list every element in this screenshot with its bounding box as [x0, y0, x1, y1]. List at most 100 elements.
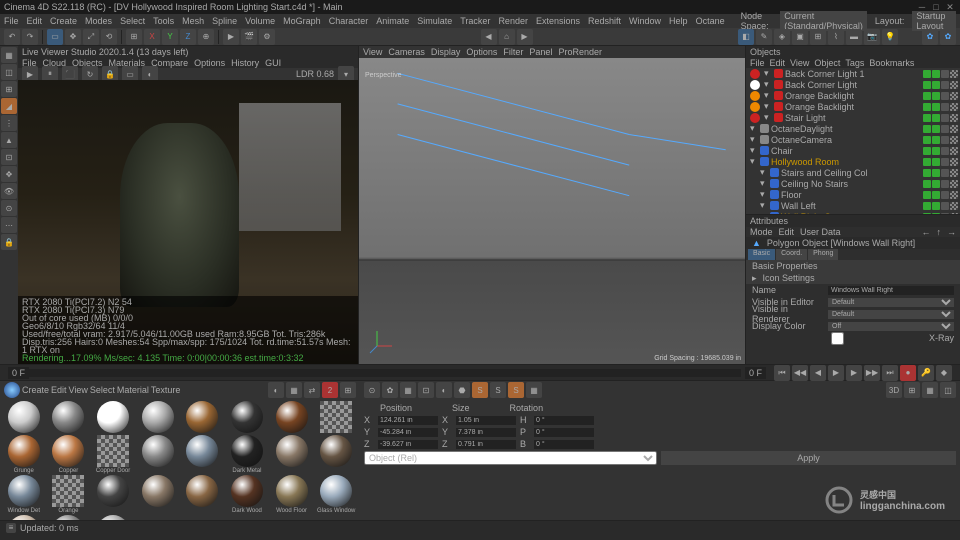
menu-select[interactable]: Select: [120, 16, 145, 26]
vp-options[interactable]: Options: [466, 47, 497, 57]
object-row[interactable]: ▾Orange Backlight: [746, 90, 960, 101]
coord-system[interactable]: ⊕: [198, 29, 214, 45]
object-row[interactable]: ▾Wall Left: [746, 200, 960, 211]
apply-button[interactable]: Apply: [661, 451, 956, 465]
menu-render[interactable]: Render: [498, 16, 528, 26]
model-mode[interactable]: ▦: [1, 47, 17, 63]
visr-select[interactable]: Default: [828, 310, 954, 319]
menu-modes[interactable]: Modes: [85, 16, 112, 26]
texture-mode[interactable]: ◫: [1, 64, 17, 80]
dispc-select[interactable]: Off: [828, 322, 954, 331]
render-settings[interactable]: ⚙: [259, 29, 275, 45]
tl-next[interactable]: ▶: [846, 365, 862, 381]
menu-animate[interactable]: Animate: [376, 16, 409, 26]
mat-badge[interactable]: 2: [322, 382, 338, 398]
tl-keyopt[interactable]: ◆: [936, 365, 952, 381]
obj-object[interactable]: Object: [814, 58, 840, 68]
timeline-track[interactable]: [29, 369, 741, 377]
material-item[interactable]: [181, 435, 225, 474]
menu-redshift[interactable]: Redshift: [588, 16, 621, 26]
material-item[interactable]: Wood Floor: [270, 475, 314, 514]
pos-x[interactable]: [378, 416, 438, 425]
object-row[interactable]: ▾Back Corner Light 1: [746, 68, 960, 79]
menu-mesh[interactable]: Mesh: [182, 16, 204, 26]
menu-window[interactable]: Window: [629, 16, 661, 26]
snap-toggle[interactable]: ⊙: [1, 200, 17, 216]
viewport-solo[interactable]: 👁: [1, 183, 17, 199]
material-item[interactable]: Orange: [47, 475, 91, 514]
obj-edit[interactable]: Edit: [770, 58, 786, 68]
object-row[interactable]: ▾Back Corner Light: [746, 79, 960, 90]
rot-h[interactable]: [534, 416, 594, 425]
tl-record[interactable]: ●: [900, 365, 916, 381]
mat-texture[interactable]: Texture: [151, 385, 181, 395]
ct-9[interactable]: ▦: [922, 382, 938, 398]
ct-4[interactable]: ⊡: [418, 382, 434, 398]
attr-nav-fwd[interactable]: →: [947, 227, 956, 237]
snap-settings[interactable]: ⋯: [1, 217, 17, 233]
menu-tools[interactable]: Tools: [153, 16, 174, 26]
rot-b[interactable]: [534, 440, 594, 449]
size-x[interactable]: [456, 416, 516, 425]
material-item[interactable]: [47, 401, 91, 434]
material-item[interactable]: [91, 401, 135, 434]
attr-mode[interactable]: Mode: [750, 227, 773, 237]
workplane-lock[interactable]: 🔒: [1, 234, 17, 250]
material-item[interactable]: [314, 435, 358, 474]
ct-8[interactable]: ⊞: [904, 382, 920, 398]
gear-icon[interactable]: ✿: [922, 29, 938, 45]
ct-7[interactable]: ▦: [526, 382, 542, 398]
material-item[interactable]: [2, 401, 46, 434]
vise-select[interactable]: Default: [828, 298, 954, 307]
ct-s3[interactable]: S: [508, 382, 524, 398]
next-layout[interactable]: ▶: [517, 29, 533, 45]
tl-last[interactable]: ⏭: [882, 365, 898, 381]
menu-spline[interactable]: Spline: [212, 16, 237, 26]
menu-character[interactable]: Character: [329, 16, 369, 26]
obj-tags[interactable]: Tags: [845, 58, 864, 68]
mat-opt2[interactable]: ▦: [286, 382, 302, 398]
tl-end[interactable]: 0 F: [745, 367, 766, 379]
material-item[interactable]: [136, 475, 180, 514]
tl-prev[interactable]: ◀: [810, 365, 826, 381]
xray-check[interactable]: [752, 332, 923, 345]
material-item[interactable]: Dark Metal: [225, 435, 269, 474]
point-mode[interactable]: ⋮: [1, 115, 17, 131]
material-item[interactable]: Dark Wood: [225, 475, 269, 514]
render-pv[interactable]: 🎬: [241, 29, 257, 45]
material-item[interactable]: Copper Door: [91, 435, 135, 474]
material-item[interactable]: [270, 401, 314, 434]
ct-3d[interactable]: 3D: [886, 382, 902, 398]
material-item[interactable]: [225, 401, 269, 434]
vp-panel[interactable]: Panel: [529, 47, 552, 57]
tl-first[interactable]: ⏮: [774, 365, 790, 381]
uv-mode[interactable]: ⊡: [1, 149, 17, 165]
material-item[interactable]: [91, 475, 135, 514]
spline-pen[interactable]: ✎: [756, 29, 772, 45]
ct-6[interactable]: ⬣: [454, 382, 470, 398]
material-item[interactable]: Glass Window: [314, 475, 358, 514]
mat-select[interactable]: Select: [90, 385, 115, 395]
menu-octane[interactable]: Octane: [696, 16, 725, 26]
material-item[interactable]: [47, 515, 91, 520]
material-item[interactable]: [181, 401, 225, 434]
menu-file[interactable]: File: [4, 16, 19, 26]
object-row[interactable]: ▾Orange Backlight: [746, 101, 960, 112]
select-tool[interactable]: ▭: [47, 29, 63, 45]
menu-mograph[interactable]: MoGraph: [283, 16, 321, 26]
cube-primitive[interactable]: ◧: [738, 29, 754, 45]
menu-extensions[interactable]: Extensions: [536, 16, 580, 26]
object-row[interactable]: ▾Floor: [746, 189, 960, 200]
attr-nav-back[interactable]: ←: [922, 227, 931, 237]
tl-nextkey[interactable]: ▶▶: [864, 365, 880, 381]
extrude[interactable]: ▣: [792, 29, 808, 45]
undo-button[interactable]: ↶: [4, 29, 20, 45]
rotate-tool[interactable]: ⟲: [101, 29, 117, 45]
tl-autokey[interactable]: 🔑: [918, 365, 934, 381]
material-item[interactable]: Window Det: [2, 475, 46, 514]
object-row[interactable]: ▾OctaneCamera: [746, 134, 960, 145]
lv-gui[interactable]: GUI: [265, 58, 281, 68]
render-view[interactable]: ▶: [223, 29, 239, 45]
ct-3[interactable]: ▦: [400, 382, 416, 398]
viewport-3d[interactable]: View Cameras Display Options Filter Pane…: [358, 46, 745, 364]
